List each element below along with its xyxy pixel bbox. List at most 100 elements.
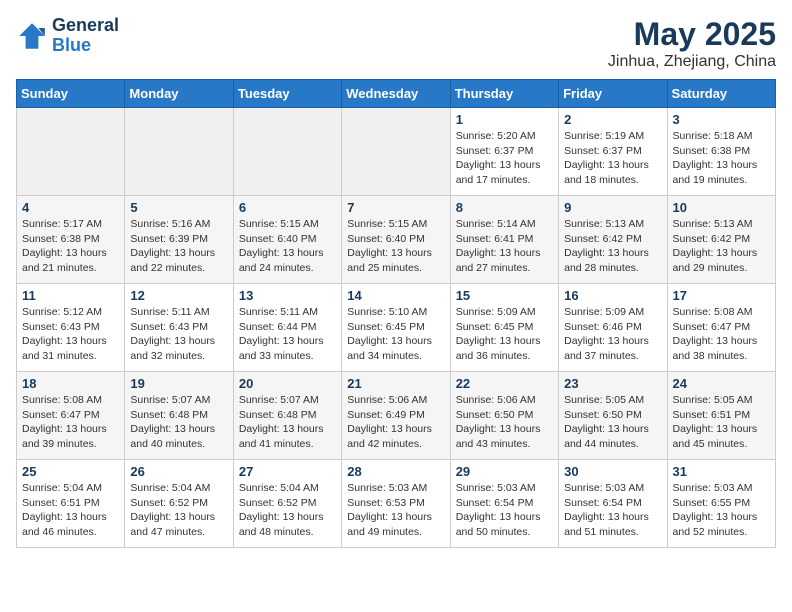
day-info: Sunrise: 5:04 AM Sunset: 6:52 PM Dayligh… [239,481,336,540]
day-number: 10 [673,200,770,215]
day-info: Sunrise: 5:13 AM Sunset: 6:42 PM Dayligh… [673,217,770,276]
day-number: 31 [673,464,770,479]
day-cell: 4 Sunrise: 5:17 AM Sunset: 6:38 PM Daylig… [17,196,125,284]
day-info: Sunrise: 5:06 AM Sunset: 6:50 PM Dayligh… [456,393,553,452]
day-info: Sunrise: 5:16 AM Sunset: 6:39 PM Dayligh… [130,217,227,276]
logo: General Blue [16,16,119,56]
week-row-3: 11 Sunrise: 5:12 AM Sunset: 6:43 PM Dayli… [17,284,776,372]
day-cell: 16 Sunrise: 5:09 AM Sunset: 6:46 PM Dayli… [559,284,667,372]
day-number: 3 [673,112,770,127]
day-cell: 17 Sunrise: 5:08 AM Sunset: 6:47 PM Dayli… [667,284,775,372]
day-number: 28 [347,464,444,479]
day-info: Sunrise: 5:05 AM Sunset: 6:50 PM Dayligh… [564,393,661,452]
day-info: Sunrise: 5:03 AM Sunset: 6:55 PM Dayligh… [673,481,770,540]
day-number: 6 [239,200,336,215]
day-info: Sunrise: 5:09 AM Sunset: 6:46 PM Dayligh… [564,305,661,364]
day-cell: 11 Sunrise: 5:12 AM Sunset: 6:43 PM Dayli… [17,284,125,372]
logo-blue: Blue [52,35,91,55]
day-info: Sunrise: 5:07 AM Sunset: 6:48 PM Dayligh… [130,393,227,452]
weekday-header-sunday: Sunday [17,80,125,108]
day-cell: 23Sunrise: 5:05 AM Sunset: 6:50 PM Dayli… [559,372,667,460]
day-number: 17 [673,288,770,303]
day-cell: 25Sunrise: 5:04 AM Sunset: 6:51 PM Dayli… [17,460,125,548]
day-number: 16 [564,288,661,303]
day-number: 26 [130,464,227,479]
day-number: 18 [22,376,119,391]
day-cell: 5 Sunrise: 5:16 AM Sunset: 6:39 PM Daylig… [125,196,233,284]
day-info: Sunrise: 5:06 AM Sunset: 6:49 PM Dayligh… [347,393,444,452]
location: Jinhua, Zhejiang, China [608,53,776,71]
day-info: Sunrise: 5:12 AM Sunset: 6:43 PM Dayligh… [22,305,119,364]
day-info: Sunrise: 5:17 AM Sunset: 6:38 PM Dayligh… [22,217,119,276]
day-cell: 3 Sunrise: 5:18 AM Sunset: 6:38 PM Daylig… [667,108,775,196]
day-cell: 28Sunrise: 5:03 AM Sunset: 6:53 PM Dayli… [342,460,450,548]
day-info: Sunrise: 5:15 AM Sunset: 6:40 PM Dayligh… [239,217,336,276]
day-number: 5 [130,200,227,215]
day-cell: 7Sunrise: 5:15 AM Sunset: 6:40 PM Daylig… [342,196,450,284]
day-cell [125,108,233,196]
day-cell: 26 Sunrise: 5:04 AM Sunset: 6:52 PM Dayli… [125,460,233,548]
day-number: 13 [239,288,336,303]
day-cell: 21 Sunrise: 5:06 AM Sunset: 6:49 PM Dayli… [342,372,450,460]
day-number: 24 [673,376,770,391]
logo-text: General Blue [52,16,119,56]
day-number: 1 [456,112,553,127]
week-row-2: 4 Sunrise: 5:17 AM Sunset: 6:38 PM Daylig… [17,196,776,284]
weekday-header-friday: Friday [559,80,667,108]
day-number: 29 [456,464,553,479]
day-cell: 9Sunrise: 5:13 AM Sunset: 6:42 PM Daylig… [559,196,667,284]
weekday-header-saturday: Saturday [667,80,775,108]
day-info: Sunrise: 5:10 AM Sunset: 6:45 PM Dayligh… [347,305,444,364]
day-info: Sunrise: 5:07 AM Sunset: 6:48 PM Dayligh… [239,393,336,452]
weekday-header-thursday: Thursday [450,80,558,108]
day-number: 8 [456,200,553,215]
day-number: 15 [456,288,553,303]
page-header: General Blue May 2025 Jinhua, Zhejiang, … [16,16,776,71]
day-number: 12 [130,288,227,303]
day-number: 21 [347,376,444,391]
day-number: 4 [22,200,119,215]
day-cell: 2Sunrise: 5:19 AM Sunset: 6:37 PM Daylig… [559,108,667,196]
day-cell: 8 Sunrise: 5:14 AM Sunset: 6:41 PM Daylig… [450,196,558,284]
day-cell [233,108,341,196]
day-cell: 13 Sunrise: 5:11 AM Sunset: 6:44 PM Dayli… [233,284,341,372]
day-cell: 22 Sunrise: 5:06 AM Sunset: 6:50 PM Dayli… [450,372,558,460]
week-row-1: 1 Sunrise: 5:20 AM Sunset: 6:37 PM Daylig… [17,108,776,196]
day-number: 20 [239,376,336,391]
weekday-header-monday: Monday [125,80,233,108]
day-cell: 6 Sunrise: 5:15 AM Sunset: 6:40 PM Daylig… [233,196,341,284]
day-cell [17,108,125,196]
day-number: 22 [456,376,553,391]
day-cell: 24Sunrise: 5:05 AM Sunset: 6:51 PM Dayli… [667,372,775,460]
day-number: 11 [22,288,119,303]
day-info: Sunrise: 5:20 AM Sunset: 6:37 PM Dayligh… [456,129,553,188]
day-info: Sunrise: 5:11 AM Sunset: 6:43 PM Dayligh… [130,305,227,364]
weekday-header-row: SundayMondayTuesdayWednesdayThursdayFrid… [17,80,776,108]
day-number: 27 [239,464,336,479]
day-cell: 30Sunrise: 5:03 AM Sunset: 6:54 PM Dayli… [559,460,667,548]
day-info: Sunrise: 5:08 AM Sunset: 6:47 PM Dayligh… [22,393,119,452]
week-row-5: 25Sunrise: 5:04 AM Sunset: 6:51 PM Dayli… [17,460,776,548]
day-info: Sunrise: 5:18 AM Sunset: 6:38 PM Dayligh… [673,129,770,188]
day-cell: 18 Sunrise: 5:08 AM Sunset: 6:47 PM Dayli… [17,372,125,460]
day-cell: 12 Sunrise: 5:11 AM Sunset: 6:43 PM Dayli… [125,284,233,372]
day-cell: 27 Sunrise: 5:04 AM Sunset: 6:52 PM Dayli… [233,460,341,548]
calendar: SundayMondayTuesdayWednesdayThursdayFrid… [16,79,776,548]
day-cell: 31 Sunrise: 5:03 AM Sunset: 6:55 PM Dayli… [667,460,775,548]
day-info: Sunrise: 5:14 AM Sunset: 6:41 PM Dayligh… [456,217,553,276]
day-cell: 10 Sunrise: 5:13 AM Sunset: 6:42 PM Dayli… [667,196,775,284]
day-number: 19 [130,376,227,391]
day-info: Sunrise: 5:08 AM Sunset: 6:47 PM Dayligh… [673,305,770,364]
day-info: Sunrise: 5:04 AM Sunset: 6:52 PM Dayligh… [130,481,227,540]
weekday-header-wednesday: Wednesday [342,80,450,108]
day-info: Sunrise: 5:03 AM Sunset: 6:54 PM Dayligh… [456,481,553,540]
day-cell: 15 Sunrise: 5:09 AM Sunset: 6:45 PM Dayli… [450,284,558,372]
day-cell: 1 Sunrise: 5:20 AM Sunset: 6:37 PM Daylig… [450,108,558,196]
day-info: Sunrise: 5:13 AM Sunset: 6:42 PM Dayligh… [564,217,661,276]
weekday-header-tuesday: Tuesday [233,80,341,108]
day-number: 30 [564,464,661,479]
day-info: Sunrise: 5:11 AM Sunset: 6:44 PM Dayligh… [239,305,336,364]
day-cell: 20 Sunrise: 5:07 AM Sunset: 6:48 PM Dayli… [233,372,341,460]
day-cell [342,108,450,196]
day-info: Sunrise: 5:09 AM Sunset: 6:45 PM Dayligh… [456,305,553,364]
